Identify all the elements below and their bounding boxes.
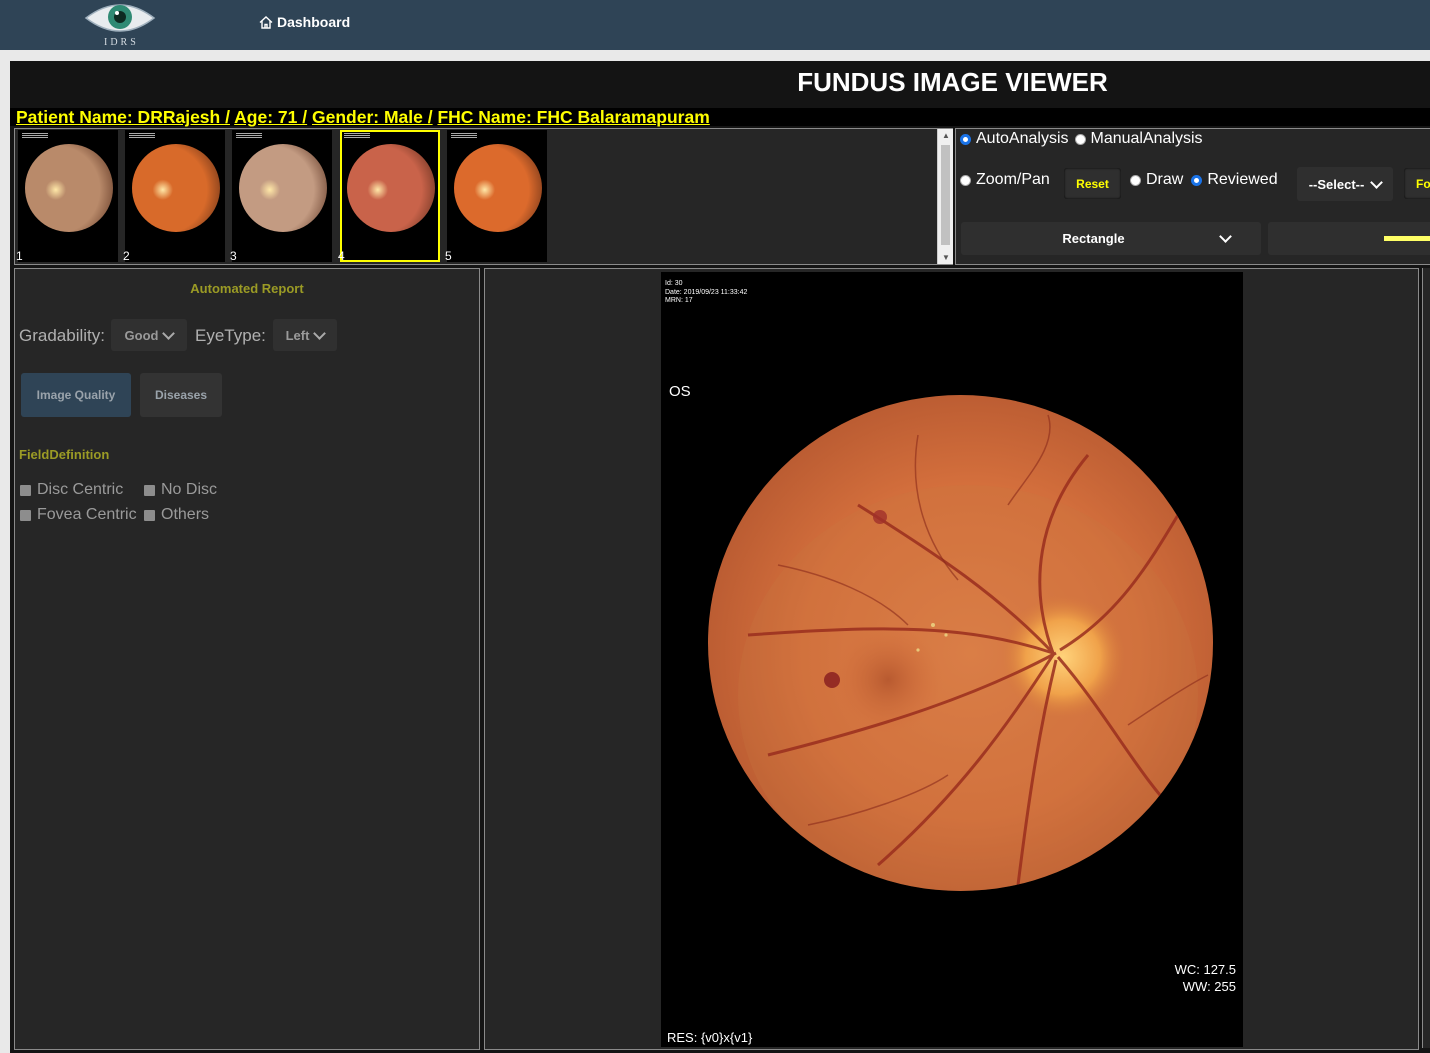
- line-width-slider[interactable]: [1268, 222, 1430, 255]
- image-id: Id: 30: [665, 280, 683, 287]
- fovea-centric-checkbox[interactable]: [20, 509, 31, 521]
- right-panel-edge: [1422, 268, 1430, 1048]
- thumbnail-number: 2: [123, 249, 130, 263]
- zoom-pan-label[interactable]: Zoom/Pan: [976, 171, 1050, 189]
- nav-dashboard-link[interactable]: Dashboard: [259, 14, 350, 30]
- gradability-label: Gradability:: [19, 326, 105, 345]
- scroll-thumb[interactable]: [941, 145, 950, 245]
- patient-info-bar: Patient Name: DRRajesh / Age: 71 / Gende…: [10, 107, 1430, 128]
- retina-vessels: [738, 414, 1209, 891]
- shape-select[interactable]: Rectangle: [961, 222, 1261, 255]
- eyetype-value: Left: [285, 327, 310, 343]
- thumbnail-metadata: [344, 133, 370, 139]
- dashboard-label: Dashboard: [277, 14, 351, 30]
- label-select[interactable]: --Select--: [1297, 167, 1393, 201]
- zoom-pan-radio[interactable]: [960, 174, 971, 186]
- eyetype-label: EyeType:: [195, 326, 266, 345]
- reviewed-label[interactable]: Reviewed: [1207, 171, 1277, 189]
- label-select-value: --Select--: [1308, 176, 1365, 192]
- tab-diseases[interactable]: Diseases: [140, 373, 222, 417]
- home-icon: [259, 15, 273, 29]
- thumbnail-fundus: [25, 144, 113, 232]
- disc-centric-checkbox[interactable]: [20, 484, 31, 496]
- patient-info: Patient Name: DRRajesh / Age: 71 / Gende…: [16, 107, 710, 128]
- image-metadata: Id: 30 Date: 2019/09/23 11:33:42 MRN: 17: [665, 280, 747, 306]
- tab-image-quality[interactable]: Image Quality: [21, 373, 131, 417]
- chevron-down-icon: [1218, 230, 1232, 243]
- thumbnail-number: 5: [445, 249, 452, 263]
- chevron-down-icon: [162, 326, 176, 340]
- ww-value: WW: 255: [1182, 979, 1236, 994]
- manual-analysis-label[interactable]: ManualAnalysis: [1091, 130, 1203, 148]
- draw-radio[interactable]: [1130, 174, 1141, 186]
- scroll-down-icon[interactable]: ▼: [942, 253, 950, 262]
- thumbnail-metadata: [451, 133, 477, 139]
- patient-fhc: FHC Name: FHC Balaramapuram: [437, 107, 710, 127]
- thumbnail-fundus: [454, 144, 542, 232]
- gradability-select[interactable]: Good: [111, 319, 187, 351]
- fundus-thumbnail[interactable]: [18, 130, 118, 262]
- viewer-frame: FUNDUS IMAGE VIEWER Patient Name: DRRaje…: [10, 61, 1430, 1053]
- image-date: Date: 2019/09/23 11:33:42: [665, 288, 748, 296]
- page-title: FUNDUS IMAGE VIEWER: [797, 67, 1108, 97]
- thumbnail-scrollbar[interactable]: ▲ ▼: [937, 129, 953, 264]
- shape-select-value: Rectangle: [1062, 231, 1125, 246]
- thumbnail-number: 4: [338, 249, 345, 263]
- auto-analysis-radio[interactable]: [960, 133, 971, 145]
- fundus-thumbnail[interactable]: [447, 130, 547, 262]
- reviewed-radio[interactable]: [1191, 174, 1203, 186]
- no-disc-checkbox[interactable]: [144, 484, 155, 496]
- thumbnail-strip: 1 2 3 4 5 ▲ ▼: [14, 128, 953, 265]
- report-title: Automated Report: [190, 281, 304, 296]
- fundus-canvas[interactable]: Id: 30 Date: 2019/09/23 11:33:42 MRN: 17…: [661, 272, 1243, 1047]
- others-checkbox[interactable]: [144, 509, 155, 521]
- reset-button[interactable]: Reset: [1064, 168, 1121, 199]
- thumbnail-metadata: [129, 133, 155, 139]
- fundus-thumbnail[interactable]: [232, 130, 332, 262]
- draw-label[interactable]: Draw: [1146, 171, 1183, 189]
- thumbnail-number: 1: [16, 249, 23, 263]
- thumbnail-metadata: [22, 133, 48, 139]
- window-level-readout: WC: 127.5 WW: 255: [1175, 961, 1236, 995]
- analysis-controls: AutoAnalysis ManualAnalysis Zoom/Pan Res…: [955, 128, 1430, 265]
- thumbnail-fundus: [132, 144, 220, 232]
- chevron-down-icon: [1370, 175, 1384, 189]
- others-label: Others: [161, 506, 210, 523]
- thumbnail-fundus: [239, 144, 327, 232]
- logo-text: IDRS: [104, 37, 139, 48]
- fovea-centric-label: Fovea Centric: [37, 506, 137, 523]
- eye-side-label: OS: [669, 383, 691, 400]
- no-disc-label: No Disc: [161, 481, 218, 498]
- top-navbar: IDRS Dashboard: [0, 0, 1430, 50]
- fo-button[interactable]: Fo: [1404, 168, 1430, 199]
- scroll-up-icon[interactable]: ▲: [942, 131, 950, 140]
- gradability-value: Good: [124, 327, 159, 343]
- image-mrn: MRN: 17: [665, 297, 693, 304]
- fundus-thumbnail[interactable]: [340, 130, 440, 262]
- image-viewer-panel: Id: 30 Date: 2019/09/23 11:33:42 MRN: 17…: [484, 268, 1419, 1050]
- chevron-down-icon: [313, 326, 327, 340]
- eye-logo-icon: [84, 4, 156, 32]
- manual-analysis-radio[interactable]: [1074, 133, 1086, 145]
- patient-gender: Gender: Male /: [312, 107, 433, 127]
- line-color-swatch: [1384, 236, 1430, 241]
- patient-age: Age: 71 /: [234, 107, 308, 127]
- wc-value: WC: 127.5: [1174, 962, 1236, 977]
- fundus-image: [708, 395, 1213, 891]
- thumbnail-number: 3: [230, 249, 237, 263]
- automated-report-panel: Automated Report Gradability: Good EyeTy…: [14, 268, 480, 1050]
- thumbnail-fundus: [347, 144, 435, 232]
- patient-name: Patient Name: DRRajesh /: [16, 107, 230, 127]
- fundus-thumbnail[interactable]: [125, 130, 225, 262]
- disc-centric-label: Disc Centric: [37, 481, 124, 498]
- auto-analysis-label[interactable]: AutoAnalysis: [976, 130, 1069, 148]
- resolution-readout: RES: {v0}x{v1}: [667, 1030, 753, 1045]
- thumbnail-metadata: [236, 133, 262, 139]
- field-definition-title: FieldDefinition: [19, 447, 110, 462]
- eyetype-select[interactable]: Left: [273, 319, 337, 351]
